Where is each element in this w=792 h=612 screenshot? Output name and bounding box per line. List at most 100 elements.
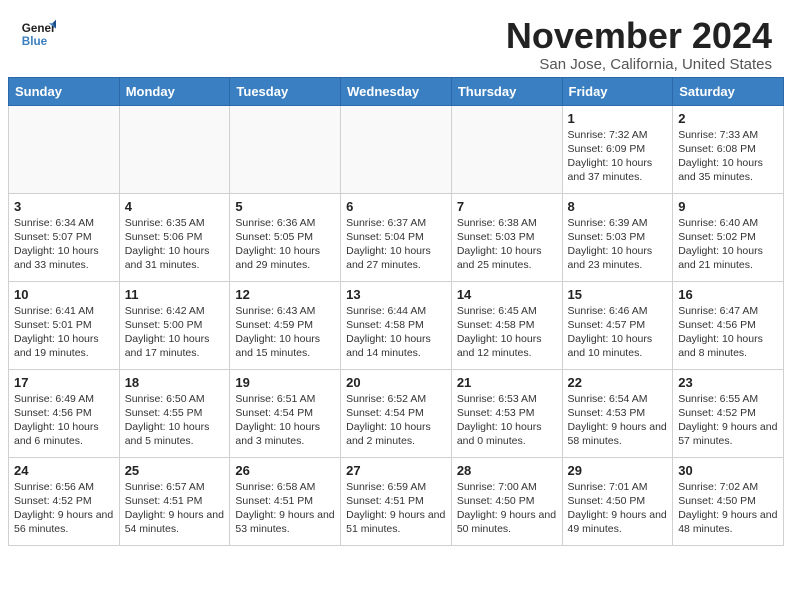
day-cell xyxy=(230,105,341,193)
calendar-body: 1 Sunrise: 7:32 AM Sunset: 6:09 PM Daylig… xyxy=(9,105,784,545)
day-info: Sunrise: 6:59 AM Sunset: 4:51 PM Dayligh… xyxy=(346,480,446,537)
day-cell: 26 Sunrise: 6:58 AM Sunset: 4:51 PM Dayli… xyxy=(230,457,341,545)
day-number: 18 xyxy=(125,375,225,390)
day-number: 4 xyxy=(125,199,225,214)
day-number: 13 xyxy=(346,287,446,302)
day-number: 17 xyxy=(14,375,114,390)
day-info: Sunrise: 6:45 AM Sunset: 4:58 PM Dayligh… xyxy=(457,304,557,361)
day-number: 26 xyxy=(235,463,335,478)
day-cell: 14 Sunrise: 6:45 AM Sunset: 4:58 PM Dayli… xyxy=(451,281,562,369)
day-cell: 9 Sunrise: 6:40 AM Sunset: 5:02 PM Daylig… xyxy=(673,193,784,281)
calendar-wrapper: Sunday Monday Tuesday Wednesday Thursday… xyxy=(0,77,792,554)
location-subtitle: San Jose, California, United States xyxy=(506,56,772,73)
header-wednesday: Wednesday xyxy=(341,77,452,105)
day-number: 16 xyxy=(678,287,778,302)
day-info: Sunrise: 7:02 AM Sunset: 4:50 PM Dayligh… xyxy=(678,480,778,537)
header-sunday: Sunday xyxy=(9,77,120,105)
day-info: Sunrise: 6:36 AM Sunset: 5:05 PM Dayligh… xyxy=(235,216,335,273)
day-number: 28 xyxy=(457,463,557,478)
day-cell xyxy=(9,105,120,193)
day-cell: 15 Sunrise: 6:46 AM Sunset: 4:57 PM Dayli… xyxy=(562,281,673,369)
week-row-0: 1 Sunrise: 7:32 AM Sunset: 6:09 PM Daylig… xyxy=(9,105,784,193)
day-cell: 16Sunrise: 6:47 AM Sunset: 4:56 PM Dayli… xyxy=(673,281,784,369)
day-cell: 12Sunrise: 6:43 AM Sunset: 4:59 PM Dayli… xyxy=(230,281,341,369)
day-info: Sunrise: 6:53 AM Sunset: 4:53 PM Dayligh… xyxy=(457,392,557,449)
day-number: 2 xyxy=(678,111,778,126)
day-info: Sunrise: 6:49 AM Sunset: 4:56 PM Dayligh… xyxy=(14,392,114,449)
day-cell: 5 Sunrise: 6:36 AM Sunset: 5:05 PM Daylig… xyxy=(230,193,341,281)
day-info: Sunrise: 7:32 AM Sunset: 6:09 PM Dayligh… xyxy=(568,128,668,185)
day-info: Sunrise: 6:51 AM Sunset: 4:54 PM Dayligh… xyxy=(235,392,335,449)
day-cell: 21 Sunrise: 6:53 AM Sunset: 4:53 PM Dayli… xyxy=(451,369,562,457)
day-cell: 29Sunrise: 7:01 AM Sunset: 4:50 PM Dayli… xyxy=(562,457,673,545)
day-cell: 7 Sunrise: 6:38 AM Sunset: 5:03 PM Daylig… xyxy=(451,193,562,281)
day-cell: 1 Sunrise: 7:32 AM Sunset: 6:09 PM Daylig… xyxy=(562,105,673,193)
day-number: 10 xyxy=(14,287,114,302)
svg-text:Blue: Blue xyxy=(22,35,48,48)
day-cell: 23Sunrise: 6:55 AM Sunset: 4:52 PM Dayli… xyxy=(673,369,784,457)
day-info: Sunrise: 7:00 AM Sunset: 4:50 PM Dayligh… xyxy=(457,480,557,537)
month-title: November 2024 xyxy=(506,16,772,56)
header-friday: Friday xyxy=(562,77,673,105)
day-number: 21 xyxy=(457,375,557,390)
day-info: Sunrise: 6:44 AM Sunset: 4:58 PM Dayligh… xyxy=(346,304,446,361)
week-row-1: 3Sunrise: 6:34 AM Sunset: 5:07 PM Daylig… xyxy=(9,193,784,281)
day-cell: 6Sunrise: 6:37 AM Sunset: 5:04 PM Daylig… xyxy=(341,193,452,281)
day-cell: 17 Sunrise: 6:49 AM Sunset: 4:56 PM Dayli… xyxy=(9,369,120,457)
day-number: 22 xyxy=(568,375,668,390)
day-cell: 19 Sunrise: 6:51 AM Sunset: 4:54 PM Dayli… xyxy=(230,369,341,457)
day-number: 5 xyxy=(235,199,335,214)
day-number: 27 xyxy=(346,463,446,478)
day-cell xyxy=(119,105,230,193)
header-monday: Monday xyxy=(119,77,230,105)
day-number: 3 xyxy=(14,199,114,214)
day-cell: 25Sunrise: 6:57 AM Sunset: 4:51 PM Dayli… xyxy=(119,457,230,545)
week-row-2: 10 Sunrise: 6:41 AM Sunset: 5:01 PM Dayli… xyxy=(9,281,784,369)
day-cell: 4 Sunrise: 6:35 AM Sunset: 5:06 PM Daylig… xyxy=(119,193,230,281)
day-number: 14 xyxy=(457,287,557,302)
day-info: Sunrise: 6:41 AM Sunset: 5:01 PM Dayligh… xyxy=(14,304,114,361)
day-info: Sunrise: 6:38 AM Sunset: 5:03 PM Dayligh… xyxy=(457,216,557,273)
day-number: 30 xyxy=(678,463,778,478)
day-info: Sunrise: 6:56 AM Sunset: 4:52 PM Dayligh… xyxy=(14,480,114,537)
week-row-4: 24 Sunrise: 6:56 AM Sunset: 4:52 PM Dayli… xyxy=(9,457,784,545)
title-block: November 2024 San Jose, California, Unit… xyxy=(506,16,772,73)
day-cell: 22Sunrise: 6:54 AM Sunset: 4:53 PM Dayli… xyxy=(562,369,673,457)
day-number: 7 xyxy=(457,199,557,214)
day-number: 1 xyxy=(568,111,668,126)
day-info: Sunrise: 6:35 AM Sunset: 5:06 PM Dayligh… xyxy=(125,216,225,273)
day-number: 11 xyxy=(125,287,225,302)
header-row: Sunday Monday Tuesday Wednesday Thursday… xyxy=(9,77,784,105)
header-thursday: Thursday xyxy=(451,77,562,105)
day-cell: 20Sunrise: 6:52 AM Sunset: 4:54 PM Dayli… xyxy=(341,369,452,457)
day-info: Sunrise: 7:33 AM Sunset: 6:08 PM Dayligh… xyxy=(678,128,778,185)
day-info: Sunrise: 7:01 AM Sunset: 4:50 PM Dayligh… xyxy=(568,480,668,537)
day-cell: 28 Sunrise: 7:00 AM Sunset: 4:50 PM Dayli… xyxy=(451,457,562,545)
day-number: 24 xyxy=(14,463,114,478)
day-cell: 24 Sunrise: 6:56 AM Sunset: 4:52 PM Dayli… xyxy=(9,457,120,545)
day-info: Sunrise: 6:55 AM Sunset: 4:52 PM Dayligh… xyxy=(678,392,778,449)
day-info: Sunrise: 6:39 AM Sunset: 5:03 PM Dayligh… xyxy=(568,216,668,273)
day-info: Sunrise: 6:57 AM Sunset: 4:51 PM Dayligh… xyxy=(125,480,225,537)
day-cell xyxy=(451,105,562,193)
day-cell: 2 Sunrise: 7:33 AM Sunset: 6:08 PM Daylig… xyxy=(673,105,784,193)
day-number: 8 xyxy=(568,199,668,214)
calendar-table: Sunday Monday Tuesday Wednesday Thursday… xyxy=(8,77,784,546)
header-tuesday: Tuesday xyxy=(230,77,341,105)
day-info: Sunrise: 6:40 AM Sunset: 5:02 PM Dayligh… xyxy=(678,216,778,273)
week-row-3: 17 Sunrise: 6:49 AM Sunset: 4:56 PM Dayli… xyxy=(9,369,784,457)
day-number: 9 xyxy=(678,199,778,214)
day-info: Sunrise: 6:50 AM Sunset: 4:55 PM Dayligh… xyxy=(125,392,225,449)
day-number: 15 xyxy=(568,287,668,302)
day-number: 20 xyxy=(346,375,446,390)
day-info: Sunrise: 6:43 AM Sunset: 4:59 PM Dayligh… xyxy=(235,304,335,361)
day-cell: 13 Sunrise: 6:44 AM Sunset: 4:58 PM Dayli… xyxy=(341,281,452,369)
day-info: Sunrise: 6:58 AM Sunset: 4:51 PM Dayligh… xyxy=(235,480,335,537)
day-cell: 18 Sunrise: 6:50 AM Sunset: 4:55 PM Dayli… xyxy=(119,369,230,457)
day-cell: 11Sunrise: 6:42 AM Sunset: 5:00 PM Dayli… xyxy=(119,281,230,369)
day-cell: 3Sunrise: 6:34 AM Sunset: 5:07 PM Daylig… xyxy=(9,193,120,281)
day-cell: 10 Sunrise: 6:41 AM Sunset: 5:01 PM Dayli… xyxy=(9,281,120,369)
logo: General Blue xyxy=(20,16,56,52)
day-info: Sunrise: 6:46 AM Sunset: 4:57 PM Dayligh… xyxy=(568,304,668,361)
day-number: 19 xyxy=(235,375,335,390)
